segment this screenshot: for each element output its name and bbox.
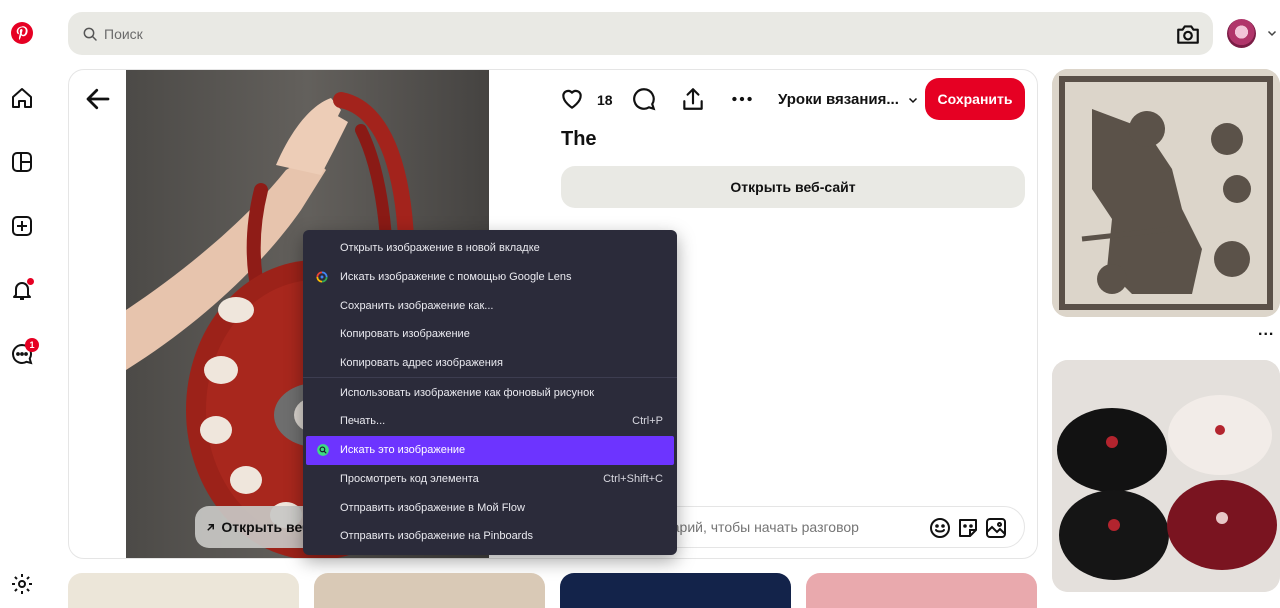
home-icon[interactable] — [6, 82, 38, 114]
pinterest-logo-icon[interactable] — [6, 17, 38, 49]
search-bar — [68, 12, 1213, 55]
related-pin-cross-stitch[interactable] — [1052, 69, 1280, 317]
back-arrow-icon[interactable] — [83, 84, 113, 114]
messages-icon[interactable]: 1 — [6, 338, 39, 370]
menu-item-save-image-as[interactable]: Сохранить изображение как... — [303, 291, 677, 320]
create-icon[interactable] — [6, 210, 38, 242]
bottom-pin-1[interactable] — [68, 573, 299, 608]
menu-item-send-to-my-flow[interactable]: Отправить изображение в Мой Flow — [303, 493, 677, 522]
search-icon — [83, 27, 97, 41]
menu-item-google-lens[interactable]: Искать изображение с помощью Google Lens — [303, 263, 677, 292]
menu-item-label: Сохранить изображение как... — [340, 299, 494, 312]
pin-title: The — [561, 128, 597, 150]
menu-item-open-image-new-tab[interactable]: Открыть изображение в новой вкладке — [303, 234, 677, 263]
board-name: Уроки вязания... — [778, 91, 899, 108]
explore-icon[interactable] — [6, 146, 38, 178]
user-avatar[interactable] — [1227, 19, 1256, 48]
menu-item-label: Открыть изображение в новой вкладке — [340, 242, 540, 255]
left-rail: 1 — [0, 0, 44, 608]
menu-item-label: Использовать изображение как фоновый рис… — [340, 386, 595, 399]
menu-item-shortcut: Ctrl+P — [632, 415, 663, 428]
account-menu-chevron-icon[interactable] — [1266, 27, 1278, 39]
settings-icon[interactable] — [6, 568, 38, 600]
menu-item-label: Искать это изображение — [340, 444, 466, 457]
visual-search-camera-icon[interactable] — [1175, 21, 1201, 47]
menu-item-label: Печать... — [340, 415, 386, 428]
heart-icon[interactable] — [559, 86, 585, 112]
search-image-icon — [317, 443, 329, 456]
menu-item-inspect-element[interactable]: Просмотреть код элемента Ctrl+Shift+C — [303, 465, 677, 494]
bottom-pin-3[interactable] — [560, 573, 791, 608]
emoji-icon[interactable] — [928, 516, 952, 540]
menu-item-label: Копировать адрес изображения — [340, 357, 503, 370]
bottom-pin-4[interactable] — [806, 573, 1037, 608]
menu-item-label: Отправить изображение на Pinboards — [340, 530, 533, 543]
sticker-icon[interactable] — [956, 516, 980, 540]
menu-item-label: Копировать изображение — [340, 328, 470, 341]
menu-item-label: Отправить изображение в Мой Flow — [340, 501, 525, 514]
comment-icon[interactable] — [631, 86, 657, 112]
messages-badge: 1 — [25, 338, 39, 352]
menu-item-shortcut: Ctrl+Shift+C — [603, 472, 663, 485]
cross-stitch-pattern-image — [1052, 69, 1280, 317]
menu-item-print[interactable]: Печать... Ctrl+P — [303, 407, 677, 436]
menu-item-set-as-background[interactable]: Использовать изображение как фоновый рис… — [303, 378, 677, 407]
pinterest-app: 1 Поиск Открыть веб-сайт 18 Уроки вязани… — [0, 0, 1280, 608]
board-selector[interactable]: Уроки вязания... — [778, 91, 919, 108]
pin-action-bar: 18 Уроки вязания... Сохранить — [559, 78, 1029, 120]
notifications-icon[interactable] — [6, 274, 38, 306]
comment-input[interactable] — [650, 519, 900, 535]
like-count: 18 — [597, 92, 613, 108]
save-button[interactable]: Сохранить — [925, 78, 1025, 120]
google-lens-icon — [316, 271, 328, 283]
search-input[interactable] — [104, 25, 1004, 42]
share-icon[interactable] — [680, 86, 706, 112]
chevron-down-icon — [908, 97, 917, 103]
more-options-icon[interactable] — [729, 86, 755, 112]
context-menu: Открыть изображение в новой вкладке Иска… — [303, 230, 677, 555]
related-pin-more-options[interactable]: ... — [1258, 322, 1274, 340]
crochet-hats-image — [1052, 360, 1280, 592]
menu-item-label: Просмотреть код элемента — [340, 472, 479, 485]
image-attach-icon[interactable] — [984, 516, 1008, 540]
menu-item-search-this-image[interactable]: Искать это изображение — [306, 435, 674, 465]
notifications-dot — [27, 278, 34, 285]
menu-item-copy-image-address[interactable]: Копировать адрес изображения — [303, 349, 677, 378]
menu-item-label: Искать изображение с помощью Google Lens — [340, 271, 572, 284]
related-pin-crochet-hats[interactable] — [1052, 360, 1280, 592]
menu-item-copy-image[interactable]: Копировать изображение — [303, 320, 677, 349]
arrow-up-right-icon — [207, 523, 215, 531]
open-website-button[interactable]: Открыть веб-сайт — [561, 166, 1025, 208]
bottom-pin-2[interactable] — [314, 573, 545, 608]
menu-item-send-to-pinboards[interactable]: Отправить изображение на Pinboards — [303, 522, 677, 551]
